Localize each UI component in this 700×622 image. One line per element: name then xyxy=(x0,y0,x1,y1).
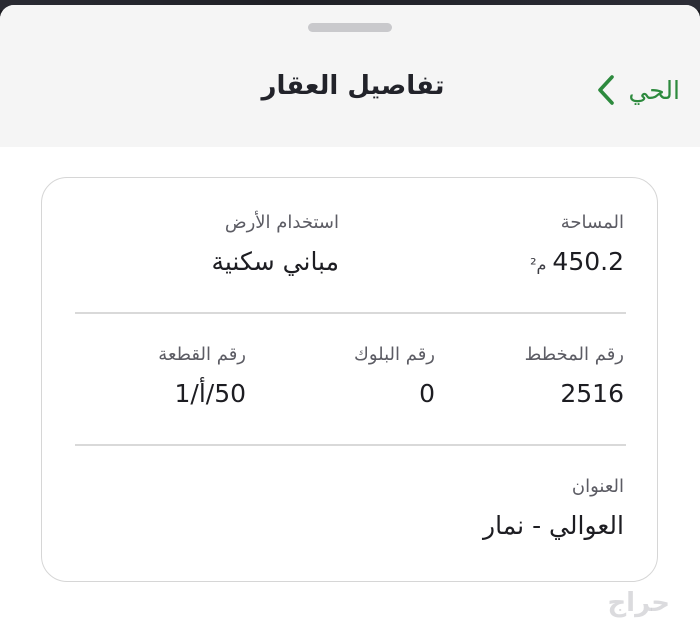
plot-number-value: 50/أ/1 xyxy=(174,379,246,408)
plan-number-label: رقم المخطط xyxy=(524,344,624,365)
drag-handle[interactable] xyxy=(308,23,392,32)
sheet-header: تفاصيل العقار الحي xyxy=(0,5,700,147)
property-details-sheet: تفاصيل العقار الحي المساحة 450.2 م² استخد… xyxy=(0,5,700,622)
area-label: المساحة xyxy=(560,212,624,233)
area-field: المساحة 450.2 م² xyxy=(530,212,624,276)
back-button[interactable]: الحي xyxy=(594,67,680,113)
watermark-logo: حراج xyxy=(607,588,670,618)
plot-number-field: رقم القطعة 50/أ/1 xyxy=(158,344,246,408)
area-value: 450.2 xyxy=(552,247,624,276)
area-unit: م² xyxy=(530,255,547,274)
property-info-card: المساحة 450.2 م² استخدام الأرض مباني سكني… xyxy=(41,177,658,582)
address-label: العنوان xyxy=(571,476,624,497)
land-use-value: مباني سكنية xyxy=(211,247,339,276)
plot-number-label: رقم القطعة xyxy=(158,344,246,365)
back-button-label: الحي xyxy=(628,75,680,105)
block-number-value: 0 xyxy=(419,379,435,408)
plan-number-value: 2516 xyxy=(560,379,624,408)
area-value-row: 450.2 م² xyxy=(530,247,624,276)
divider xyxy=(75,312,626,314)
land-use-label: استخدام الأرض xyxy=(224,212,339,233)
divider xyxy=(75,444,626,446)
block-number-label: رقم البلوك xyxy=(353,344,435,365)
address-value: العوالي - نمار xyxy=(483,511,624,540)
land-use-field: استخدام الأرض مباني سكنية xyxy=(211,212,339,276)
chevron-left-icon xyxy=(598,75,615,105)
plan-number-field: رقم المخطط 2516 xyxy=(525,344,624,408)
block-number-field: رقم البلوك 0 xyxy=(354,344,435,408)
address-field: العنوان العوالي - نمار xyxy=(483,476,624,540)
